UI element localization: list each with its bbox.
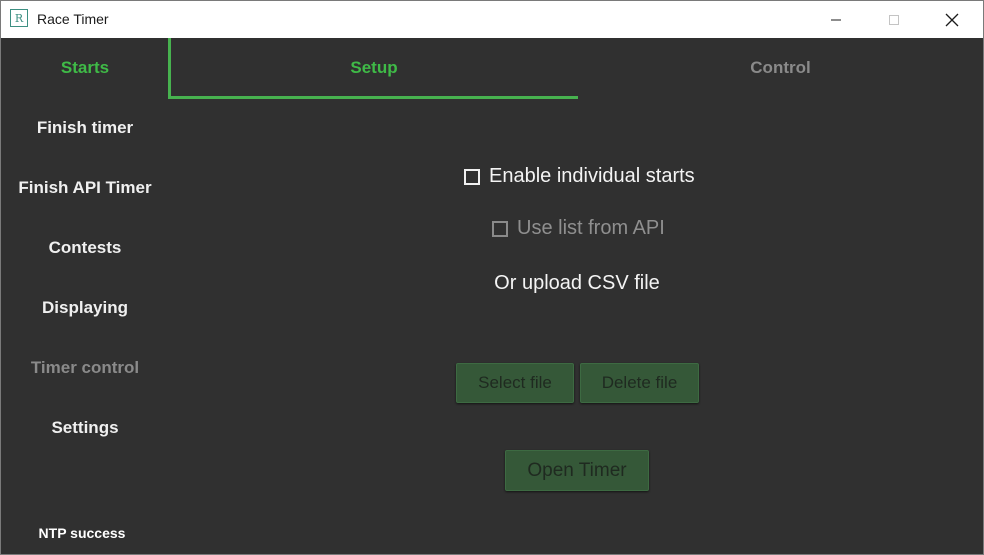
close-icon: [945, 13, 959, 26]
sidebar-item-settings[interactable]: Settings: [1, 398, 169, 458]
select-file-button[interactable]: Select file: [456, 363, 574, 403]
minimize-button[interactable]: [807, 1, 865, 38]
sidebar-item-starts[interactable]: Starts: [1, 38, 169, 98]
ntp-status: NTP success: [38, 525, 126, 541]
sidebar-item-timer-control: Timer control: [30, 358, 140, 377]
sidebar-item-finish-timer[interactable]: Finish timer: [1, 98, 169, 158]
window-title: Race Timer: [37, 11, 109, 27]
upload-csv-label: Or upload CSV file: [494, 272, 660, 294]
enable-individual-starts-row[interactable]: Enable individual starts: [464, 165, 695, 188]
sidebar-item-displaying[interactable]: Displaying: [1, 278, 169, 338]
tab-setup[interactable]: Setup: [171, 38, 577, 98]
app-window: R Race Timer Starts Finish timer Finish …: [0, 0, 984, 555]
sidebar-item-contests[interactable]: Contests: [1, 218, 169, 278]
delete-file-button[interactable]: Delete file: [580, 363, 699, 403]
sidebar-item-finish-api-timer[interactable]: Finish API Timer: [1, 158, 169, 218]
maximize-icon: [889, 14, 899, 25]
use-api-list-label: Use list from API: [517, 217, 665, 239]
open-timer-button[interactable]: Open Timer: [505, 450, 649, 491]
use-api-list-row: Use list from API: [492, 217, 665, 240]
use-api-list-checkbox: [492, 220, 508, 237]
close-button[interactable]: [923, 1, 981, 38]
enable-individual-starts-checkbox[interactable]: [464, 168, 480, 185]
minimize-icon: [831, 19, 841, 20]
enable-individual-starts-label: Enable individual starts: [489, 165, 695, 187]
sidebar: Starts Finish timer Finish API Timer Con…: [1, 38, 169, 554]
maximize-button[interactable]: [865, 1, 923, 38]
app-logo-icon: R: [10, 9, 28, 27]
tab-control: Control: [750, 58, 811, 77]
title-bar: R Race Timer: [1, 1, 983, 38]
